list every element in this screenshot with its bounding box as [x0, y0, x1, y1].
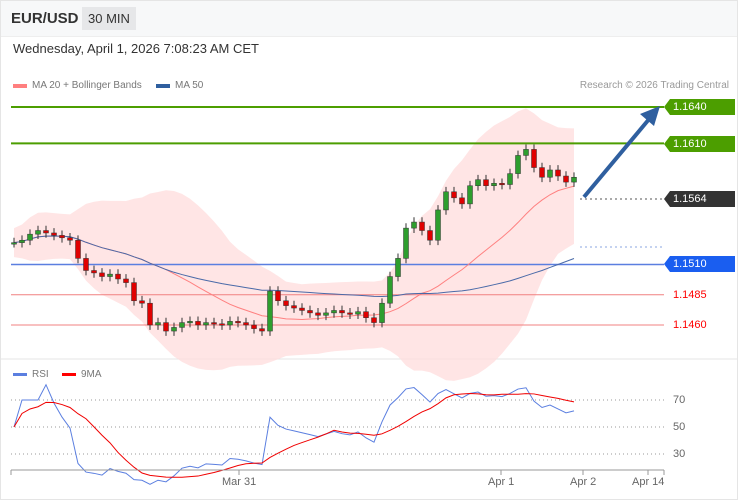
candle [99, 272, 105, 277]
candle [467, 185, 473, 205]
candle [51, 232, 57, 236]
candle [75, 239, 81, 259]
candle [483, 179, 489, 186]
candle [499, 183, 505, 186]
legend-label: 9MA [81, 369, 102, 380]
rsi-line [13, 383, 575, 485]
forecast-arrowhead [640, 106, 660, 126]
candle [195, 321, 201, 326]
candle [347, 312, 353, 315]
forecast-arrow [582, 116, 652, 199]
candle [291, 305, 297, 309]
candle [139, 300, 145, 304]
current-price-tag: 1.1564 [664, 191, 735, 207]
rsi-swatch [13, 373, 27, 376]
candle [331, 310, 337, 314]
candle [539, 167, 545, 178]
candle [299, 307, 305, 311]
candle [203, 322, 209, 326]
candle [571, 176, 577, 183]
candle [219, 323, 225, 326]
candle [267, 290, 273, 332]
candle [11, 242, 17, 245]
legend-label: RSI [32, 369, 49, 380]
xaxis-label: Apr 14 [632, 476, 665, 488]
support-label-2: 1.1460 [673, 319, 707, 331]
candle [235, 321, 241, 324]
candle [435, 209, 441, 241]
candle [387, 276, 393, 304]
candle [307, 310, 313, 314]
candle [443, 191, 449, 211]
candle [515, 155, 521, 174]
xaxis-label: Apr 2 [570, 476, 597, 488]
candle [563, 175, 569, 183]
candle [451, 191, 457, 199]
candle [259, 328, 265, 332]
candle [67, 237, 73, 241]
candle [491, 183, 497, 186]
rsi-level-70: 70 [673, 394, 686, 406]
candle [555, 169, 561, 177]
candle [531, 149, 537, 168]
candle [275, 290, 281, 302]
candle [395, 258, 401, 277]
candle [427, 230, 433, 241]
candle [19, 239, 25, 243]
ma9-swatch [62, 373, 76, 376]
candle [171, 327, 177, 332]
candle [91, 270, 97, 274]
candle [459, 197, 465, 205]
candle [283, 300, 289, 306]
candle [123, 278, 129, 283]
candle [43, 230, 49, 234]
candle [411, 221, 417, 229]
candle [339, 310, 345, 314]
legend-9ma: 9MA [62, 369, 102, 380]
candle [211, 322, 217, 325]
support-label-1: 1.1485 [673, 289, 707, 301]
candle [547, 169, 553, 178]
candle [179, 322, 185, 328]
candle [155, 322, 161, 326]
candle [315, 312, 321, 316]
candle [251, 324, 257, 329]
candle [107, 273, 113, 277]
candle [163, 322, 169, 332]
candle [243, 322, 249, 326]
candle [475, 179, 481, 186]
xaxis-label: Mar 31 [222, 476, 257, 488]
candle [403, 227, 409, 259]
price-chart [0, 106, 738, 485]
candle [115, 273, 121, 280]
candle [227, 321, 233, 326]
candle [27, 233, 33, 241]
target-tag-2: 1.1610 [664, 136, 735, 152]
candle [323, 312, 329, 316]
pivot-tag: 1.1510 [664, 256, 735, 272]
target-tag-1: 1.1640 [664, 99, 735, 115]
candle [371, 317, 377, 323]
candle [419, 221, 425, 231]
candle [355, 311, 361, 315]
candle [379, 302, 385, 323]
bollinger-band [14, 108, 574, 381]
xaxis-label: Apr 1 [488, 476, 515, 488]
candle [59, 235, 65, 239]
candle [523, 149, 529, 156]
candle [35, 230, 41, 235]
candle [131, 282, 137, 302]
candle [363, 311, 369, 318]
rsi-level-30: 30 [673, 448, 686, 460]
rsi-level-50: 50 [673, 421, 686, 433]
candle [83, 258, 89, 271]
legend-rsi: RSI [13, 369, 49, 380]
candle [147, 302, 153, 326]
candle [507, 173, 513, 185]
candle [187, 321, 193, 324]
rsi-ma-line [13, 392, 575, 478]
